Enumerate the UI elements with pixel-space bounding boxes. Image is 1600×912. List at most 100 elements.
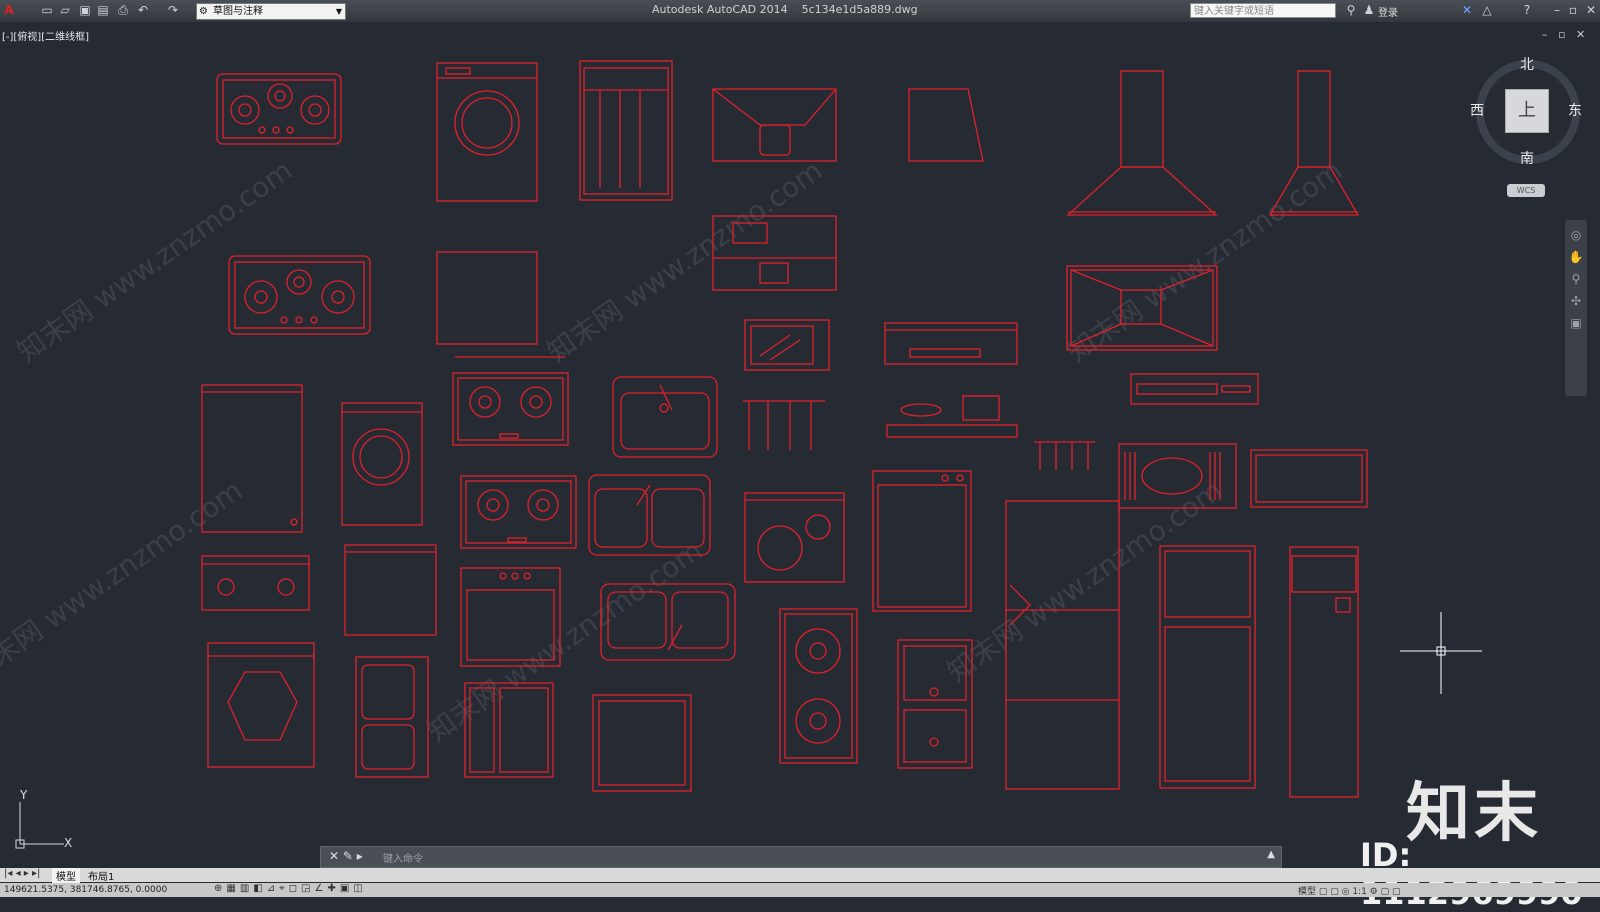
command-line-tools[interactable]: ✕ ✎ ▸ [329, 849, 363, 863]
ucs-x-label: X [64, 836, 73, 850]
undo-icon[interactable]: ↶ [136, 3, 150, 17]
model-space-label[interactable]: 模型 [1298, 887, 1316, 897]
crosshair-cursor [1400, 612, 1482, 694]
ac-unit-symbol[interactable] [884, 322, 1018, 365]
gas-stove-2-burner-symbol[interactable] [452, 356, 569, 446]
trapezoid-symbol[interactable] [908, 88, 984, 162]
navigation-bar: ◎ ✋ ⚲ ✣ ▣ [1565, 220, 1587, 396]
new-file-icon[interactable]: ▭ [40, 3, 54, 17]
compass-west[interactable]: 西 [1470, 100, 1484, 120]
annotation-scale[interactable]: 1:1 [1352, 887, 1366, 897]
sink-double-symbol[interactable] [588, 474, 711, 556]
compass-north[interactable]: 北 [1520, 54, 1534, 74]
oven-square-symbol[interactable] [592, 694, 692, 792]
gas-hob-3-burner-symbol[interactable] [216, 73, 342, 145]
binoculars-icon[interactable]: ⚲ [1344, 3, 1358, 17]
panel-wide-symbol[interactable] [1250, 449, 1368, 508]
washing-machine-symbol[interactable] [436, 62, 538, 202]
utensil-rack-small-symbol[interactable] [1034, 441, 1095, 470]
viewcube[interactable]: 上 北 南 东 西 [1470, 57, 1582, 167]
stove-panel-symbol[interactable] [464, 682, 554, 778]
redo-icon[interactable]: ↷ [166, 3, 180, 17]
cooktop-pots-symbol[interactable] [886, 395, 1018, 438]
zoom-icon[interactable]: ⚲ [1565, 272, 1587, 286]
user-icon[interactable]: ♟ [1362, 3, 1376, 17]
save-as-icon[interactable]: ▤ [96, 3, 110, 17]
range-hood-box-symbol[interactable] [712, 215, 837, 291]
viewcube-top-face[interactable]: 上 [1505, 89, 1549, 133]
title-bar: A ▭ ▱ ▣ ▤ ⎙ ↶ ↷ ⚙ 草图与注释 ▼ Autodesk AutoC… [0, 0, 1600, 22]
drawing-canvas[interactable] [0, 40, 1440, 820]
square-panel-symbol[interactable] [436, 251, 538, 345]
coordinates-display: 149621.5375, 381746.8765, 0.0000 [4, 885, 168, 895]
range-hood-elevation-symbol-2[interactable] [1268, 70, 1360, 216]
range-hood-top-symbol[interactable] [712, 88, 837, 162]
tab-navigation-arrows[interactable]: |◂ ◂ ▸ ▸| [4, 868, 40, 879]
cabinet-square-symbol[interactable] [344, 544, 437, 636]
wcs-menu-button[interactable]: WCS [1507, 184, 1545, 197]
command-line[interactable]: ✕ ✎ ▸ 键入命令 ▲ [320, 846, 1282, 868]
open-file-icon[interactable]: ▱ [58, 3, 72, 17]
washing-machine-front-symbol[interactable] [341, 402, 423, 526]
restore-icon[interactable]: ▫ [1566, 3, 1580, 17]
orbit-icon[interactable]: ✣ [1565, 294, 1587, 308]
status-right: 模型 ▢ ▢ ◎ 1:1 ⚙ ▢ ▢ [1298, 887, 1401, 897]
ucs-icon: Y X [14, 788, 84, 854]
sink-vertical-symbol[interactable] [355, 656, 429, 778]
gas-stove-2-burner-symbol-2[interactable] [460, 475, 577, 549]
induction-cooktop-symbol[interactable] [744, 492, 845, 583]
compass-south[interactable]: 南 [1520, 148, 1534, 168]
tab-model[interactable]: 模型 [52, 868, 80, 883]
workspace-select[interactable]: ⚙ 草图与注释 ▼ [196, 3, 346, 20]
layout-tabs: |◂ ◂ ▸ ▸| 模型 布局1 [0, 868, 1600, 883]
gas-hob-vertical-symbol[interactable] [779, 608, 858, 764]
minimize-icon[interactable]: – [1550, 3, 1564, 17]
induction-vertical-symbol[interactable] [897, 639, 973, 769]
app-name: Autodesk AutoCAD 2014 [652, 3, 788, 16]
command-input[interactable]: 键入命令 [383, 850, 423, 865]
gas-hob-3-burner-symbol-2[interactable] [228, 255, 371, 335]
refrigerator-double-symbol[interactable] [1159, 545, 1256, 789]
close-icon[interactable]: ✕ [1584, 3, 1598, 17]
chevron-down-icon: ▼ [335, 7, 342, 16]
file-name: 5c134e1d5a889.dwg [801, 3, 918, 16]
sink-single-symbol[interactable] [612, 376, 718, 458]
hood-plan-symbol[interactable] [1066, 265, 1218, 351]
connect-icon[interactable]: △ [1480, 3, 1494, 17]
login-button[interactable]: 登录 [1378, 4, 1398, 19]
oven-symbol[interactable] [460, 567, 561, 667]
viewport-minimize-icon[interactable]: – [1542, 28, 1548, 41]
compass-east[interactable]: 东 [1568, 100, 1582, 120]
column-heater-symbol[interactable] [1289, 546, 1359, 798]
showmotion-icon[interactable]: ▣ [1565, 316, 1587, 330]
utensil-rail-symbol[interactable] [743, 400, 825, 450]
hob-2-burner-small-symbol[interactable] [201, 555, 310, 611]
drafting-toggles[interactable]: ⊕▦▥◧⊿⌖◻◲∠✚▣◫ [214, 883, 367, 894]
status-bar: 149621.5375, 381746.8765, 0.0000 ⊕▦▥◧⊿⌖◻… [0, 883, 1600, 897]
wardrobe-cabinet-symbol[interactable] [579, 60, 673, 201]
sink-double-2-symbol[interactable] [600, 583, 736, 661]
microwave-symbol[interactable] [744, 319, 830, 371]
search-input[interactable]: 键入关键字或短语 [1190, 3, 1336, 18]
viewport-restore-icon[interactable]: ▫ [1558, 28, 1565, 41]
save-icon[interactable]: ▣ [78, 3, 92, 17]
workspace-label: 草图与注释 [213, 6, 263, 17]
tab-layout1[interactable]: 布局1 [84, 868, 118, 883]
range-hood-elevation-symbol-1[interactable] [1066, 70, 1218, 216]
steering-wheel-icon[interactable]: ◎ [1565, 228, 1587, 242]
control-panel-symbol[interactable] [1130, 373, 1259, 405]
print-icon[interactable]: ⎙ [116, 3, 130, 17]
grill-plate-symbol[interactable] [1118, 443, 1237, 509]
ucs-y-label: Y [20, 788, 28, 802]
exchange-icon[interactable]: ✕ [1460, 3, 1474, 17]
dishwasher-symbol[interactable] [872, 470, 972, 612]
help-icon[interactable]: ? [1520, 3, 1534, 17]
pan-icon[interactable]: ✋ [1565, 250, 1587, 264]
gear-icon: ⚙ [199, 6, 208, 17]
autocad-logo-icon[interactable]: A [2, 3, 16, 17]
chevron-up-icon[interactable]: ▲ [1267, 849, 1275, 860]
refrigerator-small-symbol[interactable] [201, 384, 303, 533]
viewport-close-icon[interactable]: ✕ [1576, 28, 1585, 41]
washing-machine-top-symbol[interactable] [207, 642, 315, 768]
refrigerator-large-symbol[interactable] [1005, 500, 1120, 790]
